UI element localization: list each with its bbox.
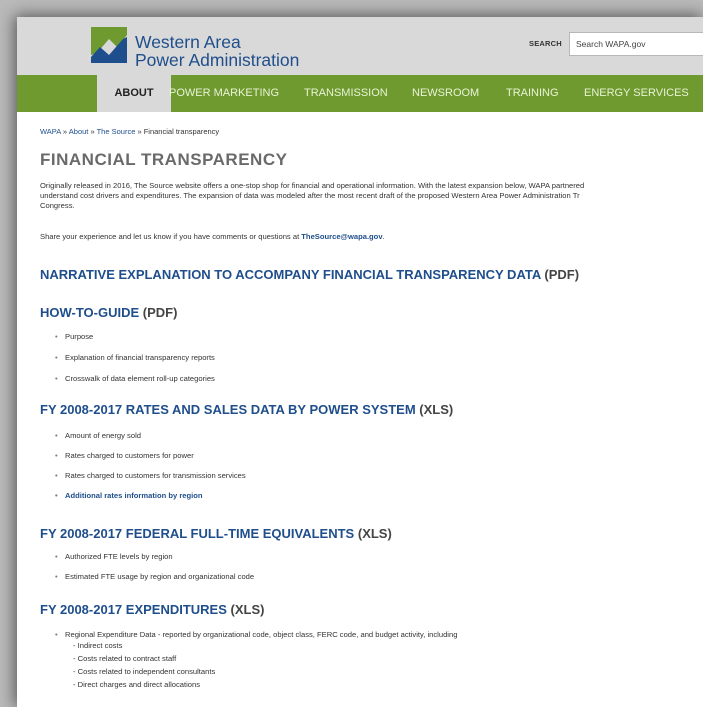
intro-line: Originally released in 2016, The Source …	[40, 181, 585, 190]
list-item: • Amount of energy sold	[55, 431, 141, 440]
list-item: • Estimated FTE usage by region and organ…	[55, 572, 255, 581]
list-item: • Crosswalk of data element roll-up categ…	[55, 374, 215, 383]
list-item: • Rates charged to customers for power	[55, 451, 194, 460]
share-end: .	[382, 232, 385, 241]
brand-name-line2[interactable]: Power Administration	[135, 50, 299, 71]
list-item: • Rates charged to customers for transmis…	[55, 471, 246, 480]
file-type-label: (XLS)	[419, 402, 454, 417]
nav-item-training[interactable]: TRAINING	[506, 75, 559, 112]
section-heading-expenditures: FY 2008-2017 EXPENDITURES (XLS)	[40, 602, 264, 617]
nav-item-newsroom[interactable]: NEWSROOM	[412, 75, 479, 112]
sub-list-item: - Direct charges and direct allocations	[73, 680, 201, 689]
intro-line: Congress.	[40, 201, 75, 210]
section-heading-how-to-guide: HOW-TO-GUIDE (PDF)	[40, 305, 177, 320]
file-type-label: (XLS)	[230, 602, 265, 617]
list-item: • Regional Expenditure Data - reported by…	[55, 630, 458, 639]
list-item: • Authorized FTE levels by region	[55, 552, 173, 561]
share-paragraph: Share your experience and let us know if…	[40, 232, 385, 241]
section-heading-rates-sales: FY 2008-2017 RATES AND SALES DATA BY POW…	[40, 402, 453, 417]
breadcrumb-link-wapa[interactable]: WAPA	[40, 127, 61, 136]
breadcrumb-current: Financial transparency	[143, 127, 220, 136]
page-title: FINANCIAL TRANSPARENCY	[40, 150, 288, 169]
breadcrumb-link-about[interactable]: About	[69, 127, 89, 136]
nav-item-about[interactable]: ABOUT	[97, 75, 171, 112]
sub-list-item: - Indirect costs	[73, 641, 123, 650]
how-to-guide-pdf-link[interactable]: HOW-TO-GUIDE	[40, 305, 139, 320]
sub-list-item: - Costs related to contract staff	[73, 654, 177, 663]
nav-item-energy-services[interactable]: ENERGY SERVICES	[584, 75, 689, 112]
list-item: • Purpose	[55, 332, 94, 341]
file-type-label: (PDF)	[142, 305, 178, 320]
rates-sales-xls-link[interactable]: FY 2008-2017 RATES AND SALES DATA BY POW…	[40, 402, 416, 417]
section-heading-fte: FY 2008-2017 FEDERAL FULL-TIME EQUIVALEN…	[40, 526, 392, 541]
breadcrumb-separator: »	[88, 127, 97, 136]
wapa-lightning-logo-icon[interactable]	[87, 25, 131, 65]
breadcrumb-link-the-source[interactable]: The Source	[97, 127, 136, 136]
expenditures-xls-link[interactable]: FY 2008-2017 EXPENDITURES	[40, 602, 227, 617]
breadcrumb: WAPA » About » The Source » Financial tr…	[40, 127, 219, 136]
search-input[interactable]	[569, 32, 703, 56]
site-header: Western Area Power Administration SEARCH	[17, 17, 703, 75]
fte-xls-link[interactable]: FY 2008-2017 FEDERAL FULL-TIME EQUIVALEN…	[40, 526, 354, 541]
file-type-label: (XLS)	[357, 526, 392, 541]
section-heading-narrative: NARRATIVE EXPLANATION TO ACCOMPANY FINAN…	[40, 267, 579, 282]
breadcrumb-separator: »	[60, 127, 69, 136]
nav-item-transmission[interactable]: TRANSMISSION	[304, 75, 388, 112]
email-link[interactable]: TheSource@wapa.gov	[301, 232, 382, 241]
nav-item-power-marketing[interactable]: POWER MARKETING	[169, 75, 279, 112]
intro-line: understand cost drivers and expenditures…	[40, 191, 580, 200]
share-text: Share your experience and let us know if…	[40, 232, 302, 241]
intro-paragraph: Originally released in 2016, The Source …	[40, 181, 703, 211]
file-type-label: (PDF)	[544, 267, 580, 282]
main-nav: ABOUT POWER MARKETING TRANSMISSION NEWSR…	[17, 75, 703, 112]
list-item: • Explanation of financial transparency r…	[55, 353, 215, 362]
search-label: SEARCH	[529, 39, 562, 48]
browser-viewport: Western Area Power Administration SEARCH…	[17, 17, 703, 707]
sub-list-item: - Costs related to independent consultan…	[73, 667, 216, 676]
narrative-pdf-link[interactable]: NARRATIVE EXPLANATION TO ACCOMPANY FINAN…	[40, 267, 541, 282]
additional-rates-link[interactable]: • Additional rates information by region	[55, 491, 203, 500]
breadcrumb-separator: »	[135, 127, 144, 136]
